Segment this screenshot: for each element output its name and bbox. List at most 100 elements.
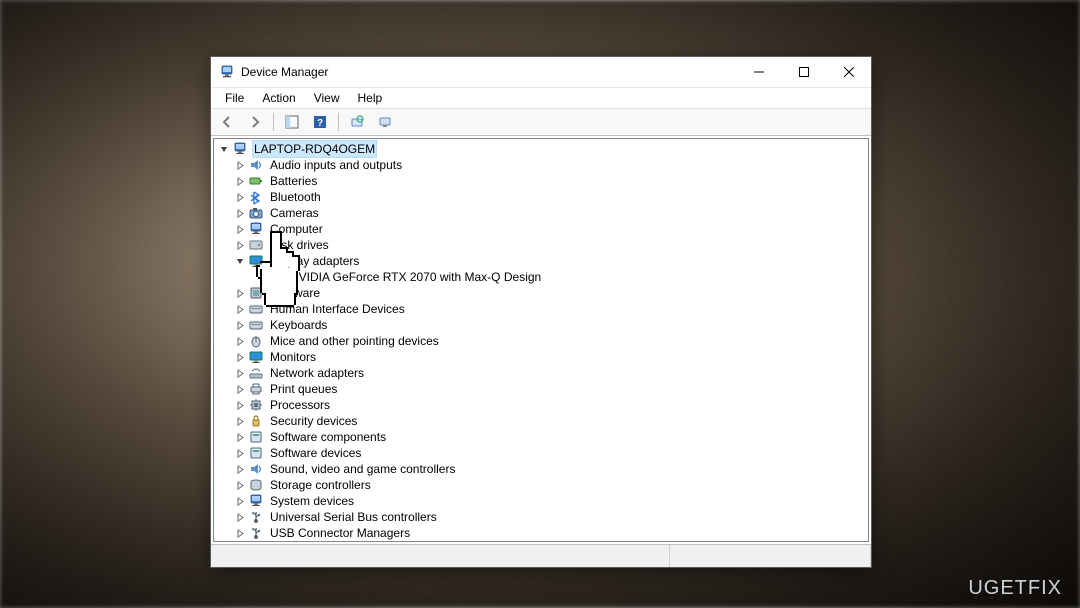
back-button[interactable] [215, 110, 239, 134]
chevron-right-icon[interactable] [234, 351, 246, 363]
chevron-right-icon[interactable] [234, 223, 246, 235]
forward-button[interactable] [243, 110, 267, 134]
tree-category-14[interactable]: Processors [214, 397, 868, 413]
tree-category-2[interactable]: Bluetooth [214, 189, 868, 205]
chevron-right-icon[interactable] [234, 431, 246, 443]
chevron-right-icon[interactable] [234, 447, 246, 459]
tree-pane[interactable]: LAPTOP-RDQ4OGEMAudio inputs and outputsB… [213, 138, 869, 542]
tree-category-13[interactable]: Print queues [214, 381, 868, 397]
chevron-down-icon[interactable] [218, 143, 230, 155]
tree-node-label: Universal Serial Bus controllers [268, 509, 439, 525]
tree-node-label: Computer [268, 221, 325, 237]
tree-category-3[interactable]: Cameras [214, 205, 868, 221]
cpu-icon [248, 397, 264, 413]
bluetooth-icon [248, 189, 264, 205]
tree-node-label: Network adapters [268, 365, 366, 381]
toolbar-separator [338, 113, 339, 131]
tree-node-label: System devices [268, 493, 356, 509]
tree-category-15[interactable]: Security devices [214, 413, 868, 429]
audio-icon [248, 157, 264, 173]
tree-category-0[interactable]: Audio inputs and outputs [214, 157, 868, 173]
menu-action[interactable]: Action [254, 89, 303, 107]
chevron-right-icon[interactable] [234, 527, 246, 539]
svg-text:?: ? [317, 118, 323, 129]
chevron-right-icon[interactable] [234, 415, 246, 427]
titlebar[interactable]: Device Manager [211, 57, 871, 88]
tree-node-label: Firmware [268, 285, 322, 301]
chevron-right-icon[interactable] [234, 479, 246, 491]
tree-category-10[interactable]: Mice and other pointing devices [214, 333, 868, 349]
chevron-right-icon[interactable] [234, 175, 246, 187]
tree-node-label: NVIDIA GeForce RTX 2070 with Max-Q Desig… [288, 269, 543, 285]
chevron-right-icon[interactable] [234, 319, 246, 331]
tree-category-7[interactable]: Firmware [214, 285, 868, 301]
tree-node-label: Security devices [268, 413, 359, 429]
minimize-button[interactable] [736, 57, 781, 87]
menu-view[interactable]: View [306, 89, 348, 107]
tree-category-4[interactable]: Computer [214, 221, 868, 237]
menu-file[interactable]: File [217, 89, 252, 107]
tree-category-16[interactable]: Software components [214, 429, 868, 445]
chevron-right-icon[interactable] [234, 495, 246, 507]
network-icon [248, 365, 264, 381]
tree-category-6[interactable]: Display adapters [214, 253, 868, 269]
toolbar: ? [211, 108, 871, 136]
scan-hardware-button[interactable] [345, 110, 369, 134]
statusbar [211, 544, 871, 567]
chevron-right-icon[interactable] [234, 303, 246, 315]
chevron-right-icon[interactable] [234, 463, 246, 475]
tree-device-6-0[interactable]: NVIDIA GeForce RTX 2070 with Max-Q Desig… [214, 269, 868, 285]
tree-category-22[interactable]: USB Connector Managers [214, 525, 868, 541]
chevron-right-icon[interactable] [234, 511, 246, 523]
tree-category-9[interactable]: Keyboards [214, 317, 868, 333]
battery-icon [248, 173, 264, 189]
tree-node-label: Mice and other pointing devices [268, 333, 441, 349]
menu-help[interactable]: Help [350, 89, 391, 107]
tree-category-19[interactable]: Storage controllers [214, 477, 868, 493]
tree-category-12[interactable]: Network adapters [214, 365, 868, 381]
chevron-right-icon[interactable] [234, 191, 246, 203]
tree-node-label: Software components [268, 429, 388, 445]
chevron-right-icon[interactable] [234, 399, 246, 411]
tree-category-20[interactable]: System devices [214, 493, 868, 509]
tree-category-17[interactable]: Software devices [214, 445, 868, 461]
chevron-right-icon[interactable] [234, 239, 246, 251]
printer-icon [248, 381, 264, 397]
tree-node-label: Monitors [268, 349, 318, 365]
tree-category-5[interactable]: Disk drives [214, 237, 868, 253]
chevron-right-icon[interactable] [234, 287, 246, 299]
tree-category-1[interactable]: Batteries [214, 173, 868, 189]
hid-icon [248, 301, 264, 317]
maximize-button[interactable] [781, 57, 826, 87]
tree-node-label: Sound, video and game controllers [268, 461, 457, 477]
tree-category-8[interactable]: Human Interface Devices [214, 301, 868, 317]
chevron-right-icon[interactable] [234, 207, 246, 219]
tree-category-11[interactable]: Monitors [214, 349, 868, 365]
tree-root[interactable]: LAPTOP-RDQ4OGEM [214, 141, 868, 157]
show-hide-console-tree-button[interactable] [280, 110, 304, 134]
menubar: File Action View Help [211, 88, 871, 108]
system-icon [248, 493, 264, 509]
help-button[interactable]: ? [308, 110, 332, 134]
chevron-right-icon[interactable] [234, 335, 246, 347]
pc-icon [232, 141, 248, 157]
chevron-right-icon[interactable] [234, 367, 246, 379]
tree-category-21[interactable]: Universal Serial Bus controllers [214, 509, 868, 525]
chevron-down-icon[interactable] [234, 255, 246, 267]
tree-node-label: Print queues [268, 381, 339, 397]
chevron-right-icon[interactable] [234, 159, 246, 171]
tree-category-18[interactable]: Sound, video and game controllers [214, 461, 868, 477]
mouse-icon [248, 333, 264, 349]
tree-node-label: Bluetooth [268, 189, 323, 205]
tree-node-label: Human Interface Devices [268, 301, 407, 317]
tree-node-label: Audio inputs and outputs [268, 157, 404, 173]
devices-printers-button[interactable] [373, 110, 397, 134]
sound-icon [248, 461, 264, 477]
display-icon [248, 253, 264, 269]
tree-node-label: Software devices [268, 445, 363, 461]
watermark-text: UGETFIX [968, 577, 1062, 600]
software-icon [248, 429, 264, 445]
close-button[interactable] [826, 57, 871, 87]
chevron-right-icon[interactable] [234, 383, 246, 395]
tree-node-label: Display adapters [268, 253, 361, 269]
